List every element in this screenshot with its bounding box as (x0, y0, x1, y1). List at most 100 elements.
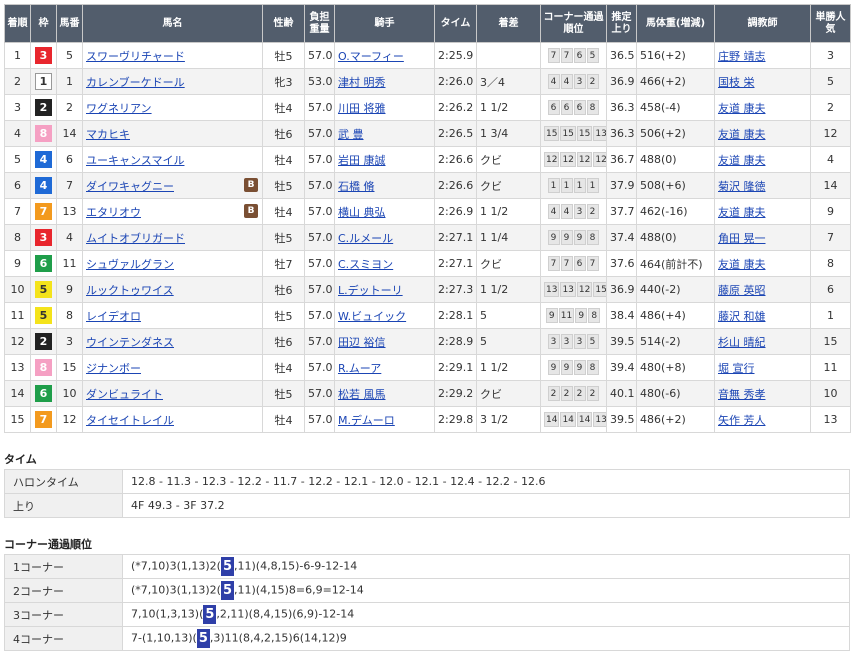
jockey-link[interactable]: 田辺 裕信 (338, 336, 386, 349)
margin-cell: クビ (476, 172, 541, 199)
rank-cell: 2 (4, 68, 31, 95)
trainer-link[interactable]: 角田 晃一 (718, 232, 766, 245)
horse-name-link[interactable]: ウインテンダネス (86, 336, 174, 349)
jockey-link[interactable]: W.ビュイック (338, 310, 406, 323)
horse-number-cell: 4 (56, 224, 83, 251)
horse-name-link[interactable]: カレンブーケドール (86, 76, 185, 89)
agari-cell: 38.4 (606, 302, 637, 329)
table-row: 11 5 8 レイデオロ 牡5 57.0 W.ビュイック 2:28.1 5 9 11 9 8 38.4 48… (4, 302, 851, 329)
jockey-link[interactable]: 石橋 脩 (338, 180, 375, 193)
horse-number-cell: 12 (56, 406, 83, 433)
jockey-link[interactable]: M.デムーロ (338, 414, 395, 427)
agari-cell: 36.9 (606, 68, 637, 95)
jockey-cell: W.ビュイック (334, 302, 435, 329)
horse-number-cell: 10 (56, 380, 83, 407)
waku-cell: 5 (30, 276, 57, 303)
corner-order-before: 7-(1,10,13)( (131, 631, 197, 645)
horse-name-link[interactable]: エタリオウ (86, 206, 141, 219)
jockey-link[interactable]: C.スミヨン (338, 258, 393, 271)
trainer-link[interactable]: 友道 康夫 (718, 154, 766, 167)
trainer-link[interactable]: 庄野 靖志 (718, 50, 766, 63)
trainer-link[interactable]: 友道 康夫 (718, 128, 766, 141)
corner-position: 6 (547, 100, 560, 115)
horse-name-link[interactable]: ダイワキャグニー (86, 180, 174, 193)
trainer-link[interactable]: 杉山 晴紀 (718, 336, 766, 349)
sex-age-cell: 牡4 (262, 146, 305, 173)
horse-name-link[interactable]: ムイトオブリガード (86, 232, 185, 245)
body-weight-cell: 480(-6) (636, 380, 715, 407)
sex-age-cell: 牡6 (262, 328, 305, 355)
trainer-cell: 友道 康夫 (714, 120, 811, 147)
trainer-cell: 国枝 栄 (714, 68, 811, 95)
corner-row-value: (*7,10)3(1,13)2(5,11)(4,8,15)-6-9-12-14 (122, 554, 850, 579)
sex-age-cell: 牡7 (262, 250, 305, 277)
jockey-link[interactable]: 岩田 康誠 (338, 154, 386, 167)
rank-cell: 9 (4, 250, 31, 277)
trainer-link[interactable]: 藤沢 和雄 (718, 310, 766, 323)
corner-row-label: 2コーナー (4, 578, 123, 603)
horse-name-cell: マカヒキ (82, 120, 263, 147)
horse-name-link[interactable]: マカヒキ (86, 128, 130, 141)
jockey-link[interactable]: 松若 風馬 (338, 388, 386, 401)
corner-row-label: 4コーナー (4, 626, 123, 651)
horse-name-link[interactable]: ダンビュライト (86, 388, 163, 401)
header-horse-name: 馬名 (82, 4, 263, 43)
table-row: 13 8 15 ジナンボー 牡4 57.0 R.ムーア 2:29.1 1 1/2 9 9 9 8 39.4… (4, 354, 851, 381)
corner-position: 7 (560, 48, 573, 63)
horse-name-link[interactable]: レイデオロ (86, 310, 141, 323)
horse-name-link[interactable]: ジナンボー (86, 362, 141, 375)
horse-name-link[interactable]: ルックトゥワイス (86, 284, 174, 297)
weight-cell: 57.0 (304, 94, 335, 121)
corner-order-before: (*7,10)3(1,13)2( (131, 559, 221, 573)
jockey-link[interactable]: 津村 明秀 (338, 76, 386, 89)
agari-cell: 40.1 (606, 380, 637, 407)
horse-name-link[interactable]: シュヴァルグラン (86, 258, 174, 271)
trainer-link[interactable]: 友道 康夫 (718, 258, 766, 271)
time-cell: 2:29.8 (434, 406, 477, 433)
jockey-link[interactable]: 川田 将雅 (338, 102, 386, 115)
trainer-link[interactable]: 菊沢 隆徳 (718, 180, 766, 193)
horse-number-cell: 3 (56, 328, 83, 355)
margin-cell: 5 (476, 328, 541, 355)
trainer-link[interactable]: 矢作 芳人 (718, 414, 766, 427)
corner-position: 8 (586, 230, 599, 245)
time-cell: 2:28.1 (434, 302, 477, 329)
jockey-link[interactable]: L.デットーリ (338, 284, 403, 297)
jockey-link[interactable]: R.ムーア (338, 362, 381, 375)
agari-cell: 37.6 (606, 250, 637, 277)
header-time: タイム (434, 4, 477, 43)
corner-row-label: 3コーナー (4, 602, 123, 627)
trainer-cell: 藤沢 和雄 (714, 302, 811, 329)
corner-cell: 12 12 12 12 (540, 146, 607, 173)
corner-position: 5 (586, 334, 599, 349)
jockey-cell: C.ルメール (334, 224, 435, 251)
trainer-cell: 庄野 靖志 (714, 42, 811, 69)
corner-row: 4コーナー 7-(1,10,13)(5,3)11(8,4,2,15)6(14,12… (4, 626, 850, 651)
trainer-cell: 杉山 晴紀 (714, 328, 811, 355)
agari-cell: 37.7 (606, 198, 637, 225)
trainer-link[interactable]: 音無 秀孝 (718, 388, 766, 401)
trainer-link[interactable]: 国枝 栄 (718, 76, 755, 89)
trainer-link[interactable]: 友道 康夫 (718, 102, 766, 115)
corner-position: 12 (560, 152, 576, 167)
jockey-link[interactable]: 横山 典弘 (338, 206, 386, 219)
jockey-link[interactable]: O.マーフィー (338, 50, 404, 63)
corner-cell: 2222 (540, 380, 607, 407)
corner-position: 9 (547, 360, 560, 375)
corner-position: 4 (547, 74, 560, 89)
trainer-cell: 矢作 芳人 (714, 406, 811, 433)
trainer-link[interactable]: 友道 康夫 (718, 206, 766, 219)
jockey-link[interactable]: C.ルメール (338, 232, 393, 245)
trainer-link[interactable]: 藤原 英昭 (718, 284, 766, 297)
sex-age-cell: 牡5 (262, 302, 305, 329)
corner-position: 1 (560, 178, 573, 193)
horse-name-link[interactable]: スワーヴリチャード (86, 50, 185, 63)
sex-age-cell: 牡5 (262, 172, 305, 199)
trainer-link[interactable]: 堀 宣行 (718, 362, 755, 375)
horse-name-link[interactable]: ワグネリアン (86, 102, 152, 115)
jockey-link[interactable]: 武 豊 (338, 128, 364, 141)
horse-name-link[interactable]: ユーキャンスマイル (86, 154, 184, 167)
weight-cell: 57.0 (304, 198, 335, 225)
horse-name-link[interactable]: タイセイトレイル (86, 414, 174, 427)
time-row: 上り 4F 49.3 - 3F 37.2 (4, 493, 850, 518)
